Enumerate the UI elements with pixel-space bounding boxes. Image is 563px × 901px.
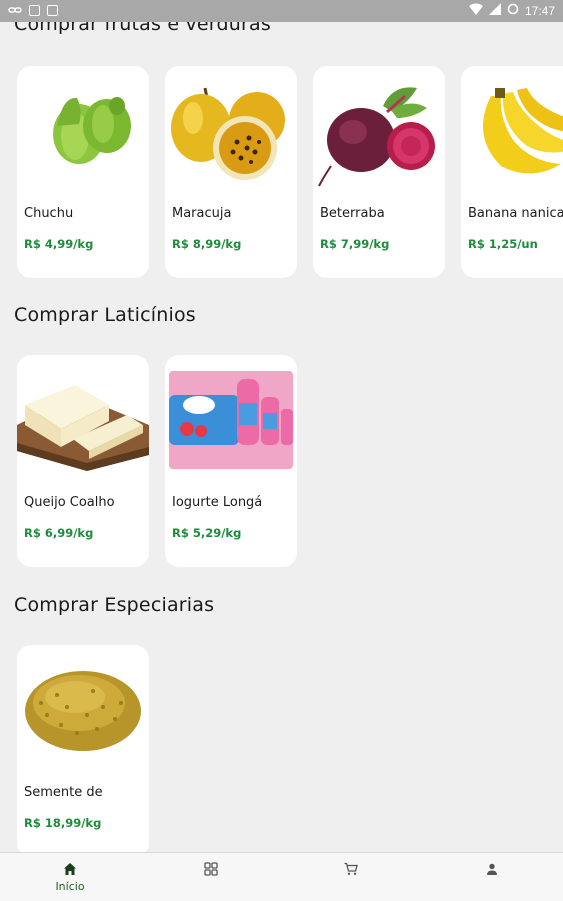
- product-carousel-dairy[interactable]: Queijo Coalho R$ 6,99/kg Iogurte Longá R…: [17, 355, 297, 567]
- product-price: R$ 1,25/un: [468, 237, 538, 251]
- signal-icon: [488, 3, 501, 18]
- home-icon: [64, 863, 76, 875]
- product-price: R$ 5,29/kg: [172, 526, 242, 540]
- product-card-beterraba[interactable]: Beterraba R$ 7,99/kg: [313, 66, 445, 278]
- product-image-beetroot: [313, 66, 445, 196]
- product-carousel-fruits[interactable]: Chuchu R$ 4,99/kg Maracuja R$ 8,99/kg Be…: [17, 66, 563, 278]
- notification-icon: [29, 4, 40, 16]
- profile-icon: [487, 863, 497, 875]
- nav-tab-cart[interactable]: [311, 853, 391, 901]
- product-price: R$ 8,99/kg: [172, 237, 242, 251]
- product-name: Maracuja: [172, 206, 232, 221]
- link-icon: [8, 4, 22, 16]
- product-name: Beterraba: [320, 206, 385, 221]
- wifi-icon: [468, 3, 483, 18]
- section-title-dairy: Comprar Laticínios: [14, 304, 196, 326]
- product-price: R$ 4,99/kg: [24, 237, 94, 251]
- status-time: 17:47: [524, 3, 555, 18]
- product-card-queijo-coalho[interactable]: Queijo Coalho R$ 6,99/kg: [17, 355, 149, 567]
- product-image-yogurt: [165, 355, 297, 485]
- battery-icon: [507, 3, 519, 18]
- product-price: R$ 7,99/kg: [320, 237, 390, 251]
- nav-tab-categories[interactable]: [171, 853, 251, 901]
- nav-label-home: Início: [55, 880, 85, 893]
- categories-icon: [204, 862, 218, 876]
- product-image-passion-fruit: [165, 66, 297, 196]
- product-image-chayote: [17, 66, 149, 196]
- product-card-banana[interactable]: Banana nanica R$ 1,25/un: [461, 66, 563, 278]
- product-card-iogurte-longa[interactable]: Iogurte Longá R$ 5,29/kg: [165, 355, 297, 567]
- product-name: Banana nanica: [468, 206, 563, 221]
- cart-icon: [344, 862, 358, 875]
- section-title-spices: Comprar Especiarias: [14, 594, 215, 616]
- nav-tab-profile[interactable]: [452, 853, 532, 901]
- status-bar: 17:47: [0, 0, 563, 22]
- home-feed[interactable]: Comprar frutas e verduras Chuchu R$ 4,99…: [0, 0, 563, 852]
- product-image-cheese: [17, 355, 149, 485]
- product-price: R$ 18,99/kg: [24, 816, 102, 830]
- product-name: Queijo Coalho: [24, 495, 115, 510]
- product-name: Chuchu: [24, 206, 74, 221]
- product-image-seeds: [17, 645, 149, 775]
- product-image-banana: [461, 66, 563, 196]
- product-card-maracuja[interactable]: Maracuja R$ 8,99/kg: [165, 66, 297, 278]
- product-name: Iogurte Longá: [172, 495, 263, 510]
- product-card-semente[interactable]: Semente de R$ 18,99/kg: [17, 645, 149, 852]
- product-price: R$ 6,99/kg: [24, 526, 94, 540]
- bottom-navigation: Início: [0, 852, 563, 901]
- product-name: Semente de: [24, 785, 103, 800]
- image-icon: [47, 4, 58, 16]
- product-card-chuchu[interactable]: Chuchu R$ 4,99/kg: [17, 66, 149, 278]
- nav-tab-home[interactable]: Início: [30, 853, 110, 901]
- product-carousel-spices[interactable]: Semente de R$ 18,99/kg: [17, 645, 149, 852]
